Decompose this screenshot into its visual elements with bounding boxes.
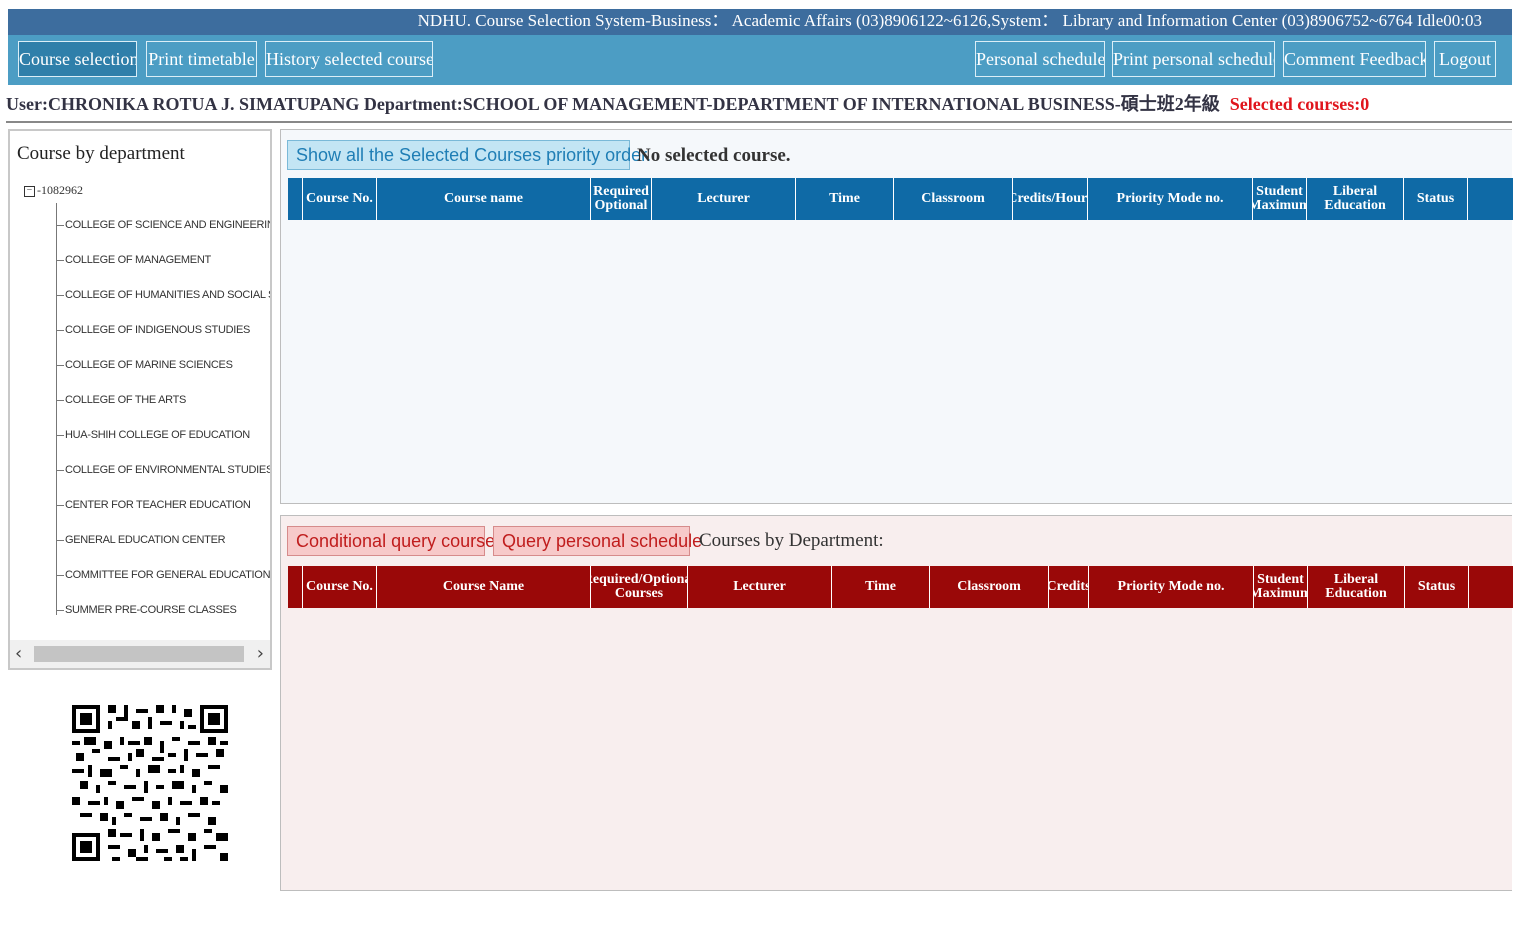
tree-root[interactable]: − -1082962 bbox=[24, 183, 83, 198]
col-lecturer: Lecturer bbox=[652, 178, 796, 220]
personal-schedule-button[interactable]: Personal schedule bbox=[975, 41, 1105, 77]
query-courses-table-header: Course No. Course Name Required/Optional… bbox=[288, 566, 1513, 608]
chevron-left-icon[interactable]: ‹ bbox=[15, 643, 22, 664]
tree-item-teacher-education[interactable]: CENTER FOR TEACHER EDUCATION bbox=[56, 499, 251, 511]
top-status-bar: NDHU. Course Selection System-Business： … bbox=[8, 9, 1512, 35]
col-student-maximum: Student Maximum bbox=[1254, 566, 1308, 608]
divider bbox=[6, 121, 1512, 123]
col-lecturer: Lecturer bbox=[688, 566, 832, 608]
col-credits-hours: Credits/Hours bbox=[1013, 178, 1088, 220]
col-blank-right bbox=[1468, 178, 1513, 220]
nav-bar: Course selection Print timetable History… bbox=[8, 35, 1512, 85]
col-blank-left bbox=[288, 566, 303, 608]
tree-item-management[interactable]: COLLEGE OF MANAGEMENT bbox=[56, 254, 211, 266]
tree-title: Course by department bbox=[17, 143, 185, 164]
selected-courses-panel: Show all the Selected Courses priority o… bbox=[280, 129, 1513, 504]
course-query-panel: Conditional query course Query personal … bbox=[280, 515, 1513, 891]
tree-item-summer-pre-course[interactable]: SUMMER PRE-COURSE CLASSES bbox=[56, 604, 237, 616]
print-timetable-button[interactable]: Print timetable bbox=[146, 41, 257, 77]
col-course-no: Course No. bbox=[303, 566, 377, 608]
tree-item-indigenous-studies[interactable]: COLLEGE OF INDIGENOUS STUDIES bbox=[56, 324, 250, 336]
user-info: User:CHRONIKA ROTUA J. SIMATUPANG Depart… bbox=[6, 94, 1220, 114]
col-student-maximum: Student Maximum bbox=[1253, 178, 1307, 220]
conditional-query-button[interactable]: Conditional query course bbox=[287, 526, 495, 556]
selected-courses-table-header: Course No. Course name Required Optional… bbox=[288, 178, 1513, 220]
col-credits: Credits bbox=[1049, 566, 1089, 608]
comment-feedback-button[interactable]: Comment Feedback bbox=[1283, 41, 1426, 77]
department-tree-panel: Course by department − -1082962 COLLEGE O… bbox=[8, 129, 272, 670]
col-blank-left bbox=[288, 178, 303, 220]
tree-item-science-engineering[interactable]: COLLEGE OF SCIENCE AND ENGINEERING bbox=[56, 219, 270, 231]
col-liberal-education: Liberal Education bbox=[1308, 566, 1405, 608]
col-priority-mode: Priority Mode no. bbox=[1088, 178, 1253, 220]
logout-button[interactable]: Logout bbox=[1434, 41, 1496, 77]
horizontal-scrollbar[interactable]: ‹ › bbox=[10, 640, 270, 668]
course-selection-button[interactable]: Course selection bbox=[18, 41, 137, 77]
tree-item-marine-sciences[interactable]: COLLEGE OF MARINE SCIENCES bbox=[56, 359, 233, 371]
qr-code-icon bbox=[72, 705, 228, 861]
history-selected-courses-button[interactable]: History selected courses bbox=[265, 41, 433, 77]
tree-root-label: 1082962 bbox=[41, 183, 83, 197]
selected-courses-count: Selected courses:0 bbox=[1229, 94, 1370, 114]
col-classroom: Classroom bbox=[930, 566, 1049, 608]
minus-box-icon[interactable]: − bbox=[24, 185, 35, 197]
col-required-optional: Required/Optional Courses bbox=[591, 566, 688, 608]
tree-item-committee-general-education[interactable]: COMMITTEE FOR GENERAL EDUCATION bbox=[56, 569, 270, 581]
tree-item-general-education-center[interactable]: GENERAL EDUCATION CENTER bbox=[56, 534, 226, 546]
col-status: Status bbox=[1404, 178, 1468, 220]
col-blank-right bbox=[1469, 566, 1513, 608]
col-time: Time bbox=[796, 178, 894, 220]
tree-item-education[interactable]: HUA-SHIH COLLEGE OF EDUCATION bbox=[56, 429, 250, 441]
tree-item-humanities-social-sciences[interactable]: COLLEGE OF HUMANITIES AND SOCIAL SCIEN bbox=[56, 289, 270, 301]
courses-by-department-label: Courses by Department: bbox=[699, 530, 884, 551]
col-course-name: Course name bbox=[377, 178, 591, 220]
user-info-bar: User:CHRONIKA ROTUA J. SIMATUPANG Depart… bbox=[6, 90, 1512, 118]
chevron-right-icon[interactable]: › bbox=[257, 643, 264, 664]
col-required-optional: Required Optional bbox=[591, 178, 652, 220]
tree-item-arts[interactable]: COLLEGE OF THE ARTS bbox=[56, 394, 186, 406]
show-priority-order-button[interactable]: Show all the Selected Courses priority o… bbox=[287, 140, 651, 170]
col-course-name: Course Name bbox=[377, 566, 591, 608]
col-classroom: Classroom bbox=[894, 178, 1013, 220]
query-personal-schedule-button[interactable]: Query personal schedule bbox=[493, 526, 702, 556]
print-personal-schedule-button[interactable]: Print personal schedule bbox=[1112, 41, 1275, 77]
col-liberal-education: Liberal Education bbox=[1307, 178, 1404, 220]
col-course-no: Course No. bbox=[303, 178, 377, 220]
col-priority-mode: Priority Mode no. bbox=[1089, 566, 1254, 608]
col-status: Status bbox=[1405, 566, 1469, 608]
no-selected-course-text: No selected course. bbox=[637, 145, 791, 166]
tree-item-environmental-studies[interactable]: COLLEGE OF ENVIRONMENTAL STUDIES bbox=[56, 464, 270, 476]
col-time: Time bbox=[832, 566, 930, 608]
scrollbar-thumb[interactable] bbox=[34, 646, 244, 662]
